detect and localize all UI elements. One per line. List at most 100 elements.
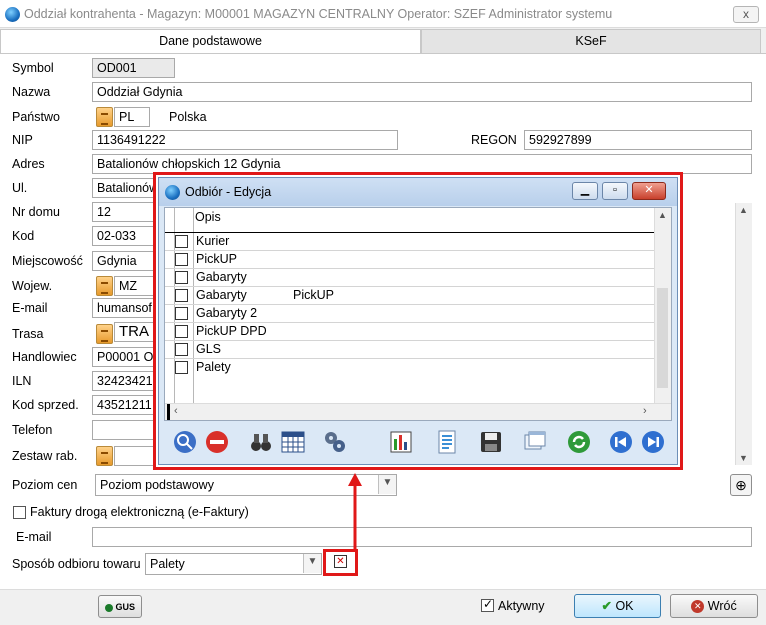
- binoculars-icon[interactable]: [248, 429, 274, 455]
- scroll-up-icon[interactable]: ▲: [658, 210, 667, 220]
- list-item[interactable]: Kurier: [165, 233, 655, 251]
- wroc-label: Wróć: [707, 599, 737, 613]
- scroll-down-icon[interactable]: ▼: [739, 453, 748, 463]
- efaktury-label: Faktury drogą elektroniczną (e-Faktury): [30, 505, 249, 519]
- handlowiec-field[interactable]: P00001 O: [92, 347, 162, 367]
- regon-field[interactable]: 592927899: [524, 130, 752, 150]
- list-item[interactable]: PickUP DPD: [165, 323, 655, 341]
- refresh-icon[interactable]: [566, 429, 592, 455]
- efaktury-checkbox[interactable]: [13, 506, 26, 519]
- gus-label: GUS: [115, 602, 136, 612]
- row-checkbox[interactable]: [175, 325, 188, 338]
- row-checkbox[interactable]: [175, 289, 188, 302]
- nazwa-label: Nazwa: [12, 85, 51, 99]
- row-checkbox[interactable]: [175, 307, 188, 320]
- preview-icon[interactable]: [172, 429, 198, 455]
- wroc-button[interactable]: ✕ Wróć: [670, 594, 758, 618]
- ul-field[interactable]: Batalionów: [92, 178, 162, 198]
- row-indicator: [167, 404, 170, 420]
- row-label: Gabaryty: [196, 288, 247, 302]
- row-checkbox[interactable]: [175, 361, 188, 374]
- miejscowosc-field[interactable]: Gdynia: [92, 251, 162, 271]
- list-item[interactable]: PickUP: [165, 251, 655, 269]
- list-item[interactable]: Gabaryty 2: [165, 305, 655, 323]
- chevron-down-icon[interactable]: ▼: [378, 475, 396, 494]
- window-titlebar: Oddział kontrahenta - Magazyn: M00001 MA…: [0, 0, 766, 28]
- nip-label: NIP: [12, 133, 33, 147]
- poziom-cen-value: Poziom podstawowy: [100, 478, 214, 492]
- grid-scrollbar-v[interactable]: ▲: [654, 208, 671, 403]
- list-item[interactable]: GLS: [165, 341, 655, 359]
- gears-icon[interactable]: [322, 429, 348, 455]
- scroll-up-icon[interactable]: ▲: [739, 205, 748, 215]
- dialog-close-icon[interactable]: ✕: [632, 182, 666, 200]
- row-label: Gabaryty: [196, 270, 247, 284]
- column-header-opis[interactable]: Opis: [195, 210, 221, 224]
- zestaw-picker-icon[interactable]: [96, 446, 113, 466]
- scroll-left-icon[interactable]: ‹: [174, 405, 178, 417]
- wojew-picker-icon[interactable]: [96, 276, 113, 296]
- email2-field[interactable]: [92, 527, 752, 547]
- save-icon[interactable]: [478, 429, 504, 455]
- nazwa-field[interactable]: Oddział Gdynia: [92, 82, 752, 102]
- row-checkbox[interactable]: [175, 343, 188, 356]
- row-label: GLS: [196, 342, 222, 356]
- sposob-odbioru-select[interactable]: Palety ▼: [145, 553, 322, 575]
- telefon-field[interactable]: [92, 420, 162, 440]
- aktywny-checkbox[interactable]: [481, 597, 494, 612]
- gus-button[interactable]: GUS: [98, 595, 142, 618]
- list-item[interactable]: Gabaryty PickUP: [165, 287, 655, 305]
- maximize-icon[interactable]: ▫: [602, 182, 628, 200]
- trasa-picker-icon[interactable]: [96, 324, 113, 344]
- row-checkbox[interactable]: [175, 235, 188, 248]
- poziom-cen-label: Poziom cen: [12, 478, 78, 492]
- email-field[interactable]: humansof: [92, 298, 162, 318]
- adres-field[interactable]: Batalionów chłopskich 12 Gdynia: [92, 154, 752, 174]
- odbior-grid: Opis Kurier PickUP Gabaryty Gabaryty Pick…: [164, 207, 672, 421]
- row-label: Palety: [196, 360, 231, 374]
- scroll-right-icon[interactable]: ›: [643, 405, 647, 417]
- dialog-title: Odbiór - Edycja: [185, 185, 272, 199]
- iln-label: ILN: [12, 374, 32, 388]
- document-icon[interactable]: [434, 429, 460, 455]
- iln-field[interactable]: 32423421: [92, 371, 162, 391]
- chart-icon[interactable]: [388, 429, 414, 455]
- window-close-button[interactable]: x: [733, 6, 759, 23]
- row-checkbox[interactable]: [175, 271, 188, 284]
- panstwo-label: Państwo: [12, 110, 60, 124]
- dialog-toolbar: [164, 423, 672, 461]
- globe-icon[interactable]: ⊕: [730, 474, 752, 496]
- tab-ksef[interactable]: KSeF: [421, 29, 761, 54]
- tab-dane-podstawowe[interactable]: Dane podstawowe: [0, 29, 421, 54]
- sposob-edit-button[interactable]: ✕: [323, 549, 358, 576]
- kod-sprzed-field[interactable]: 43521211: [92, 395, 162, 415]
- cancel-icon: ✕: [691, 600, 705, 614]
- adres-label: Adres: [12, 157, 45, 171]
- windows-icon[interactable]: [522, 429, 548, 455]
- nrdomu-field[interactable]: 12: [92, 202, 162, 222]
- dialog-titlebar: Odbiór - Edycja ▁ ▫ ✕: [159, 178, 677, 206]
- trasa-label: Trasa: [12, 327, 44, 341]
- kod-field[interactable]: 02-033: [92, 226, 162, 246]
- grid-scrollbar-h[interactable]: ‹ ›: [165, 403, 671, 420]
- prev-icon[interactable]: [608, 429, 634, 455]
- kod-sprzed-label: Kod sprzed.: [12, 398, 79, 412]
- form-scrollbar[interactable]: ▲ ▼: [735, 203, 752, 465]
- ok-button[interactable]: ✔ OK: [574, 594, 661, 618]
- panstwo-picker-icon[interactable]: [96, 107, 113, 127]
- calendar-grid-icon[interactable]: [280, 429, 306, 455]
- panstwo-code-field[interactable]: PL: [114, 107, 150, 127]
- wojew-label: Wojew.: [12, 279, 53, 293]
- minimize-icon[interactable]: ▁: [572, 182, 598, 200]
- nip-field[interactable]: 1136491222: [92, 130, 398, 150]
- scroll-thumb[interactable]: [657, 288, 668, 388]
- list-item[interactable]: Palety: [165, 359, 655, 377]
- check-icon: ✔: [601, 599, 612, 613]
- delete-icon[interactable]: [204, 429, 230, 455]
- chevron-down-icon[interactable]: ▼: [303, 554, 321, 573]
- row-checkbox[interactable]: [175, 253, 188, 266]
- symbol-field[interactable]: OD001: [92, 58, 175, 78]
- next-icon[interactable]: [640, 429, 666, 455]
- list-item[interactable]: Gabaryty: [165, 269, 655, 287]
- row-label: Gabaryty 2: [196, 306, 258, 320]
